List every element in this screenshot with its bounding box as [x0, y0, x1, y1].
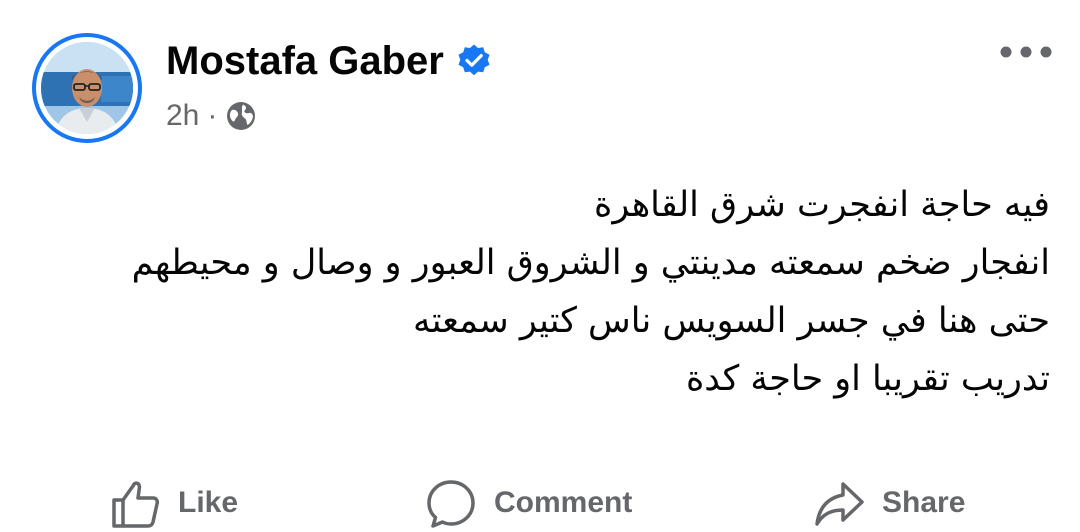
share-icon [815, 482, 864, 526]
post-header: Mostafa Gaber 2h · [0, 0, 1080, 160]
post-action-bar: Like Comment Share [0, 472, 1080, 532]
author-name-text[interactable]: Mostafa Gaber [166, 38, 444, 84]
post-body: فيه حاجة انفجرت شرق القاهرة انفجار ضخم س… [40, 176, 1050, 408]
post-text-line: تدريب تقريبا او حاجة كدة [685, 359, 1050, 399]
share-label: Share [882, 486, 966, 519]
like-label: Like [178, 486, 239, 519]
more-options-button[interactable] [996, 36, 1056, 72]
thumbs-up-icon [112, 481, 160, 528]
post-timestamp[interactable]: 2h [166, 96, 199, 136]
post-meta: 2h · [166, 96, 257, 136]
meta-separator: · [207, 99, 218, 132]
post-text-line: فيه حاجة انفجرت شرق القاهرة [594, 185, 1050, 225]
comment-button[interactable]: Comment [424, 476, 632, 530]
more-horizontal-icon [998, 45, 1054, 64]
post-text-line: حتى هنا في جسر السويس ناس كتير سمعته [412, 301, 1050, 341]
like-button[interactable]: Like [108, 476, 238, 530]
avatar-photo [41, 42, 133, 134]
globe-icon[interactable] [225, 100, 257, 132]
comment-label: Comment [494, 486, 633, 519]
share-button[interactable]: Share [812, 476, 965, 530]
post-text-line: انفجار ضخم سمعته مدينتي و الشروق العبور … [131, 243, 1050, 283]
avatar[interactable] [32, 33, 142, 143]
verified-badge-icon [456, 43, 492, 79]
author-name[interactable]: Mostafa Gaber [166, 38, 492, 84]
comment-icon [427, 480, 475, 528]
